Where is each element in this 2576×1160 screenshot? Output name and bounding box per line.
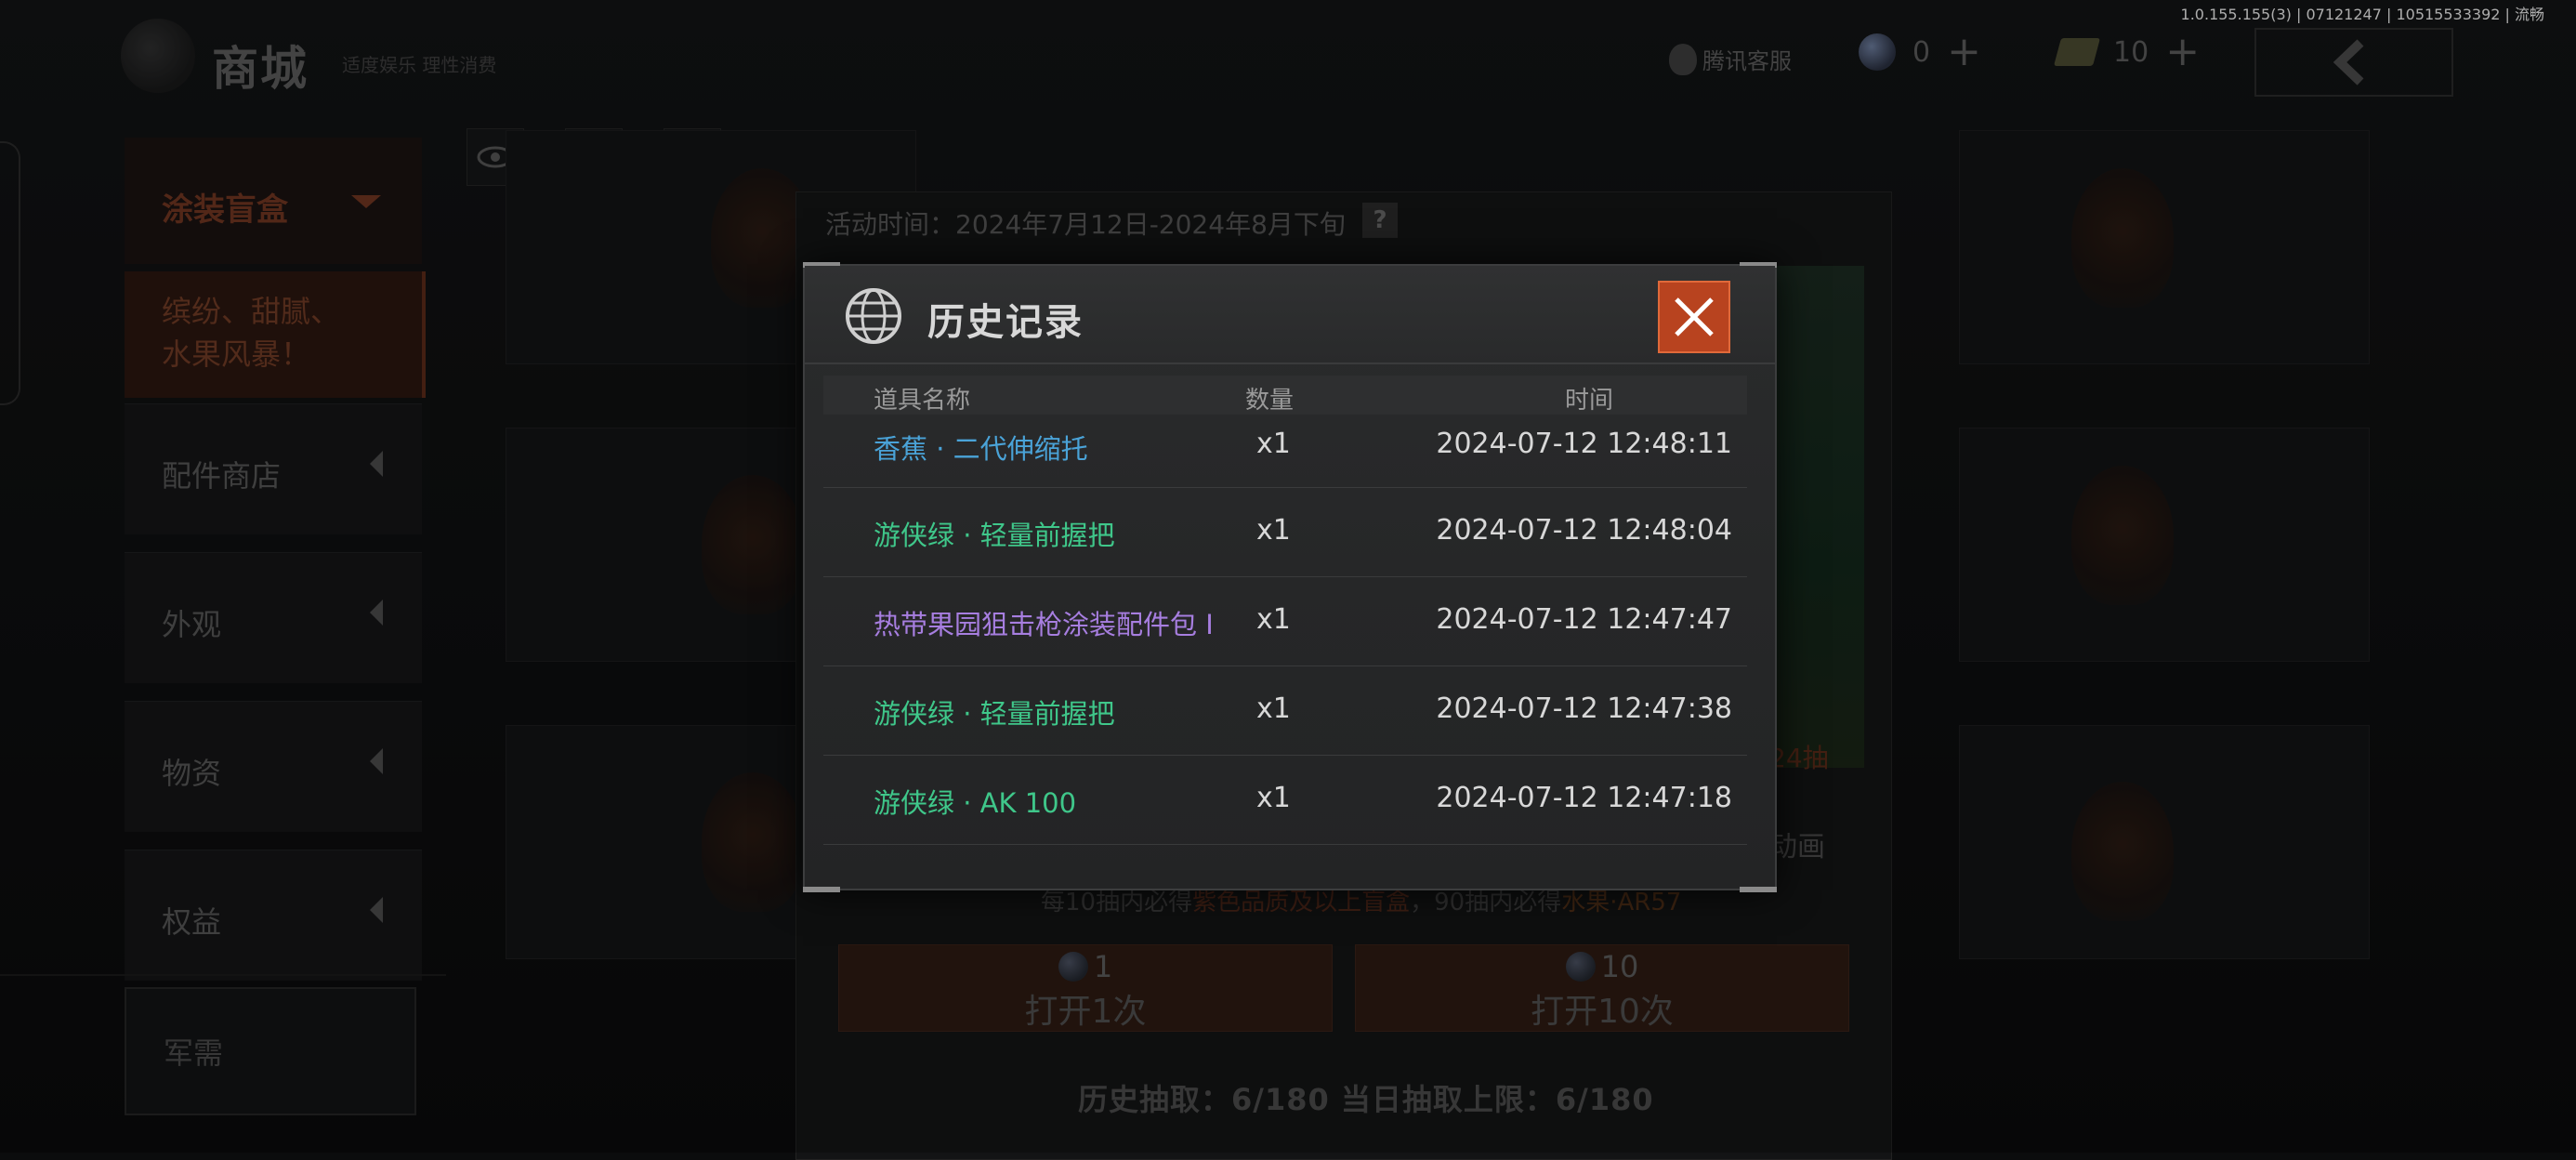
globe-icon: [846, 288, 901, 344]
column-header-time: 时间: [1565, 387, 1614, 415]
table-row: 游侠绿 · 轻量前握把 x1 2024-07-12 12:47:38: [823, 666, 1747, 756]
history-list[interactable]: 香蕉 · 二代伸缩托 x1 2024-07-12 12:48:11 游侠绿 · …: [823, 415, 1747, 845]
corner-accent: [1740, 887, 1777, 892]
item-time: 2024-07-12 12:48:04: [1436, 514, 1732, 547]
item-name: 热带果园狙击枪涂装配件包 I: [874, 609, 1214, 640]
item-time: 2024-07-12 12:47:47: [1436, 603, 1732, 636]
item-name: 游侠绿 · 轻量前握把: [874, 698, 1115, 730]
item-qty: x1: [1256, 428, 1291, 460]
table-row: 游侠绿 · AK 100 x1 2024-07-12 12:47:18: [823, 756, 1747, 845]
table-row: 游侠绿 · 轻量前握把 x1 2024-07-12 12:48:04: [823, 488, 1747, 577]
table-header: 道具名称 数量 时间: [823, 376, 1747, 415]
item-time: 2024-07-12 12:48:11: [1436, 428, 1732, 460]
item-name: 游侠绿 · 轻量前握把: [874, 520, 1115, 551]
modal-header: 历史记录: [805, 266, 1775, 364]
item-qty: x1: [1256, 603, 1291, 636]
close-button[interactable]: [1658, 281, 1730, 353]
history-modal: 历史记录 道具名称 数量 时间 香蕉 · 二代伸缩托 x1 2024-07-12…: [803, 262, 1777, 892]
item-time: 2024-07-12 12:47:38: [1436, 692, 1732, 725]
item-name: 游侠绿 · AK 100: [874, 787, 1077, 819]
item-time: 2024-07-12 12:47:18: [1436, 782, 1732, 814]
table-row: 香蕉 · 二代伸缩托 x1 2024-07-12 12:48:11: [823, 415, 1747, 488]
column-header-name: 道具名称: [874, 387, 971, 415]
column-header-qty: 数量: [1245, 387, 1295, 415]
item-name: 香蕉 · 二代伸缩托: [874, 433, 1088, 465]
item-qty: x1: [1256, 692, 1291, 725]
corner-accent: [803, 887, 840, 892]
item-qty: x1: [1256, 514, 1291, 547]
close-icon: [1675, 297, 1714, 336]
modal-title: 历史记录: [927, 301, 1084, 344]
table-row: 热带果园狙击枪涂装配件包 I x1 2024-07-12 12:47:47: [823, 577, 1747, 666]
item-qty: x1: [1256, 782, 1291, 814]
